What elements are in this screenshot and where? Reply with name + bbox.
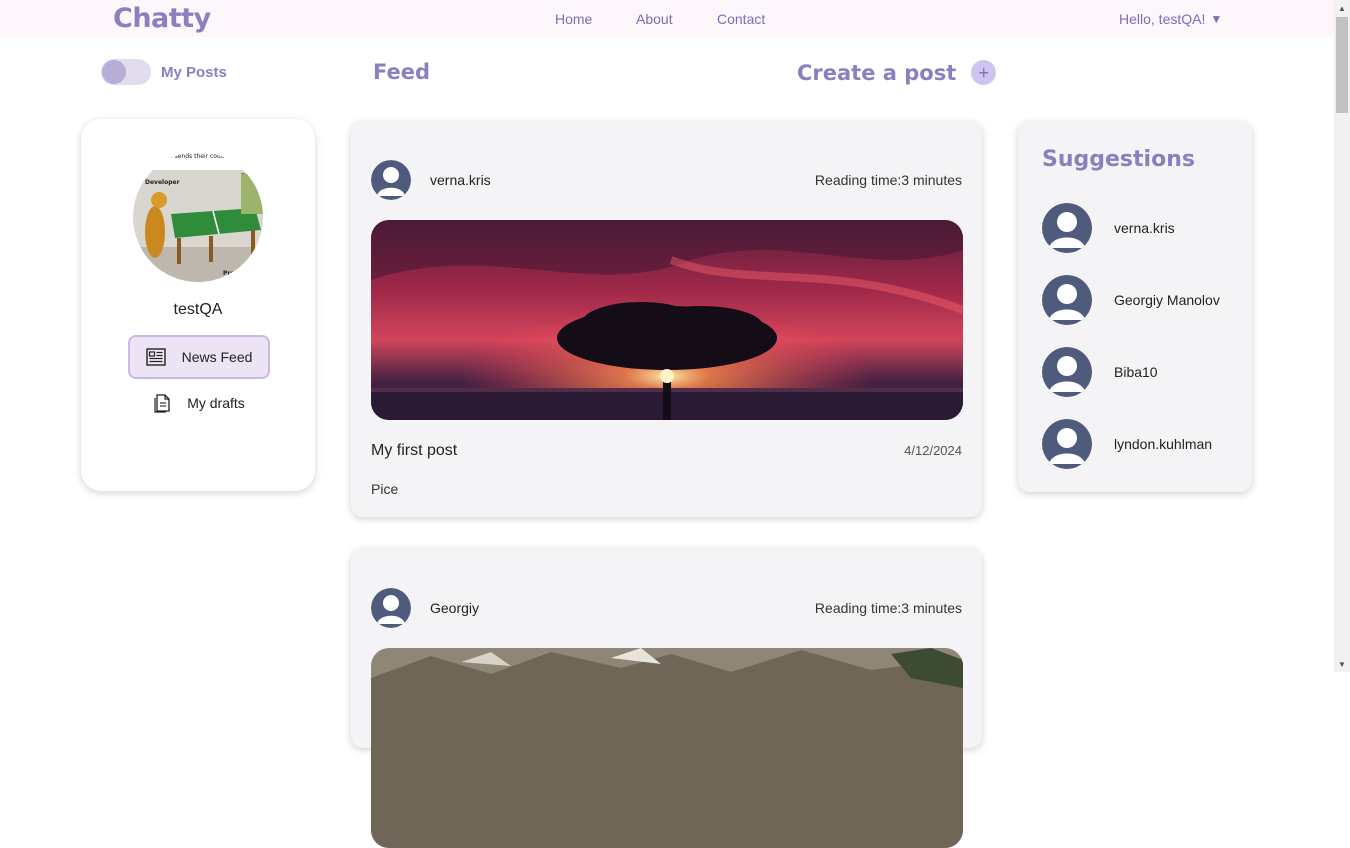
profile-avatar-image: ... sends their code t... Developer Tes …: [133, 152, 263, 282]
feed-title: Feed: [373, 60, 431, 84]
plus-icon[interactable]: +: [971, 60, 997, 85]
scrollbar-thumb[interactable]: [1336, 17, 1348, 113]
suggestions-title: Suggestions: [1042, 147, 1195, 172]
my-posts-toggle[interactable]: [101, 59, 151, 85]
suggestion-item[interactable]: verna.kris: [1042, 203, 1175, 253]
suggestion-name[interactable]: verna.kris: [1114, 220, 1175, 236]
news-feed-button[interactable]: News Feed: [128, 335, 270, 379]
suggestion-name[interactable]: lyndon.kuhlman: [1114, 436, 1212, 452]
user-avatar-icon[interactable]: [1042, 275, 1092, 325]
create-post-label: Create a post: [797, 60, 957, 85]
greeting-text: Hello, testQA!: [1119, 10, 1206, 27]
suggestion-item[interactable]: Biba10: [1042, 347, 1158, 397]
user-avatar-icon[interactable]: [1042, 347, 1092, 397]
nav-contact[interactable]: Contact: [717, 0, 765, 37]
nav-contact-link[interactable]: Contact: [717, 11, 765, 27]
page-scrollbar[interactable]: ▲ ▼: [1334, 0, 1350, 672]
profile-name: testQA: [173, 301, 223, 318]
suggestion-item[interactable]: Georgiy Manolov: [1042, 275, 1220, 325]
reading-time: Reading time:3 minutes: [814, 172, 962, 188]
nav-about[interactable]: About: [636, 0, 673, 37]
user-avatar-icon[interactable]: [1042, 419, 1092, 469]
post-date: 4/12/2024: [904, 443, 962, 458]
user-avatar-icon[interactable]: [371, 160, 411, 200]
user-avatar-icon[interactable]: [371, 588, 411, 628]
logo-text: Chatty: [113, 2, 211, 34]
post-title[interactable]: My first post: [371, 442, 457, 460]
profile-card: ... sends their code t... Developer Tes …: [81, 119, 315, 491]
suggestion-name[interactable]: Biba10: [1114, 364, 1158, 380]
chatty-logo[interactable]: Chatty: [113, 2, 211, 34]
nav-home[interactable]: Home: [555, 0, 592, 37]
scroll-up-icon[interactable]: ▲: [1334, 0, 1350, 16]
dropdown-arrow-icon: ▼: [1210, 11, 1223, 26]
my-drafts-label: My drafts: [187, 395, 245, 411]
my-drafts-button[interactable]: My drafts: [128, 381, 270, 425]
suggestions-card: Suggestions verna.kris Georgiy Manolov B…: [1018, 121, 1252, 492]
create-post-button[interactable]: Create a post +: [797, 60, 997, 85]
document-icon: [153, 393, 171, 413]
post-author[interactable]: verna.kris: [430, 172, 491, 188]
profile-avatar: ... sends their code t... Developer Tes …: [133, 152, 263, 282]
top-navbar: Chatty Home About Contact Hello, testQA!…: [0, 0, 1334, 37]
my-posts-toggle-group: My Posts: [101, 59, 227, 85]
avatar-caption: ... sends their code t...: [167, 153, 235, 160]
nav-home-link[interactable]: Home: [555, 11, 592, 27]
user-menu[interactable]: Hello, testQA! ▼: [1119, 0, 1222, 37]
user-avatar-icon[interactable]: [1042, 203, 1092, 253]
newspaper-icon: [145, 348, 166, 366]
post-card[interactable]: Georgiy Reading time:3 minutes: [351, 548, 982, 848]
news-feed-label: News Feed: [181, 349, 253, 365]
post-author[interactable]: Georgiy: [430, 600, 479, 616]
avatar-label-product: Prod: [223, 270, 239, 277]
scroll-down-icon[interactable]: ▼: [1334, 656, 1350, 672]
post-body: Pice: [371, 481, 399, 497]
suggestion-item[interactable]: lyndon.kuhlman: [1042, 419, 1212, 469]
reading-time: Reading time:3 minutes: [814, 600, 962, 616]
post-card[interactable]: verna.kris Reading time:3 minutes My fir…: [351, 121, 982, 517]
my-posts-label: My Posts: [161, 63, 227, 81]
nav-about-link[interactable]: About: [636, 11, 673, 27]
post-image[interactable]: [371, 648, 963, 848]
avatar-label-developer: Developer: [145, 179, 180, 186]
suggestion-name[interactable]: Georgiy Manolov: [1114, 292, 1220, 308]
toggle-knob: [102, 60, 126, 84]
post-image[interactable]: [371, 220, 963, 420]
